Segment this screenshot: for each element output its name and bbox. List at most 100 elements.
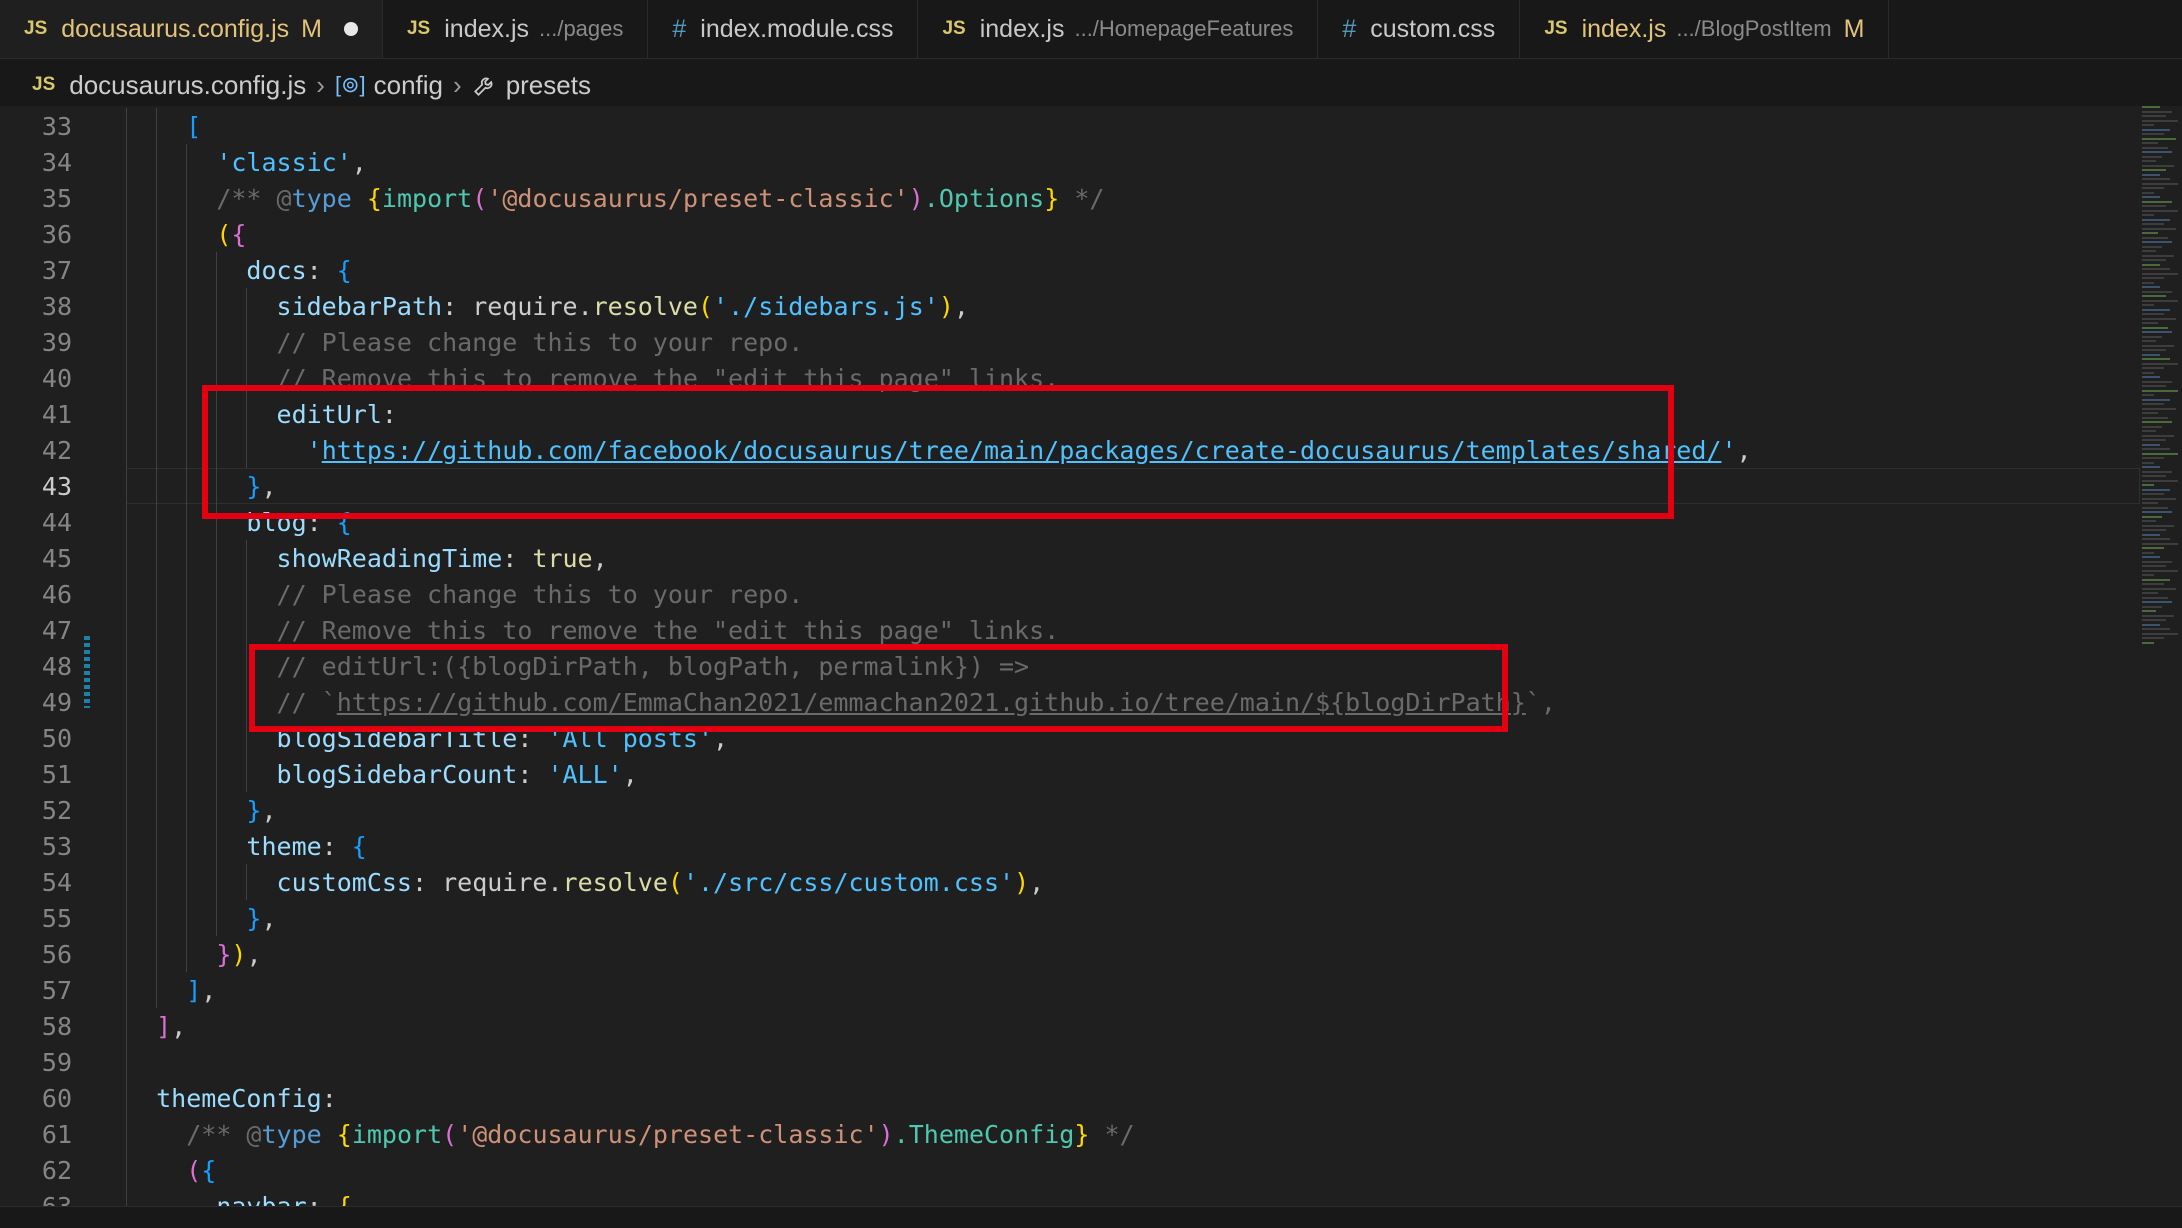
minimap-line	[2142, 313, 2164, 315]
code-content: // Remove this to remove the "edit this …	[126, 364, 1060, 393]
code-content: blog: {	[126, 508, 351, 537]
line-number: 60	[41, 1083, 72, 1113]
code-token: ,	[351, 147, 367, 177]
code-line[interactable]: 60 themeConfig:	[0, 1080, 2140, 1116]
code-line[interactable]: 54 customCss: require.resolve('./src/css…	[0, 864, 2140, 900]
code-line[interactable]: 42 'https://github.com/facebook/docusaur…	[0, 432, 2140, 468]
code-line[interactable]: 33 [	[0, 108, 2140, 144]
minimap-line	[2142, 209, 2178, 212]
code-content: editUrl:	[126, 400, 397, 429]
code-token: :	[442, 291, 473, 321]
code-link[interactable]: https://github.com/facebook/docusaurus/t…	[322, 436, 1722, 465]
code-token: ,	[592, 543, 608, 573]
minimap-line	[2142, 322, 2158, 324]
breadcrumb-symbol-config[interactable]: config	[374, 70, 443, 101]
variable-icon: [⊚]	[334, 72, 366, 97]
breadcrumb-symbol-presets[interactable]: presets	[506, 70, 591, 101]
code-content: },	[126, 472, 276, 501]
line-number: 63	[41, 1191, 72, 1207]
tab-2[interactable]: # index.module.css	[648, 0, 919, 58]
code-line[interactable]: 57 ],	[0, 972, 2140, 1008]
tab-5[interactable]: JS index.js .../BlogPostItem M	[1520, 0, 1890, 58]
code-line[interactable]: 53 theme: {	[0, 828, 2140, 864]
code-link: https://github.com/EmmaChan2021/emmachan…	[336, 687, 1526, 717]
code-content: docs: {	[126, 255, 351, 285]
code-token: .	[547, 867, 563, 897]
code-line[interactable]: 47 // Remove this to remove the "edit th…	[0, 612, 2140, 648]
tab-label: custom.css	[1370, 14, 1496, 43]
tab-3[interactable]: JS index.js .../HomepageFeatures	[918, 0, 1319, 58]
code-line[interactable]: 49 // `https://github.com/EmmaChan2021/e…	[0, 684, 2140, 720]
code-line[interactable]: 38 sidebarPath: require.resolve('./sideb…	[0, 288, 2140, 324]
code-token: :	[306, 255, 337, 285]
code-line[interactable]: 61 /** @type {import('@docusaurus/preset…	[0, 1116, 2140, 1152]
code-token: ,	[953, 291, 969, 321]
code-token: }	[246, 903, 262, 933]
code-line[interactable]: 45 showReadingTime: true,	[0, 540, 2140, 576]
code-line[interactable]: 59	[0, 1044, 2140, 1080]
editor-tab-bar: JS docusaurus.config.js M JS index.js .../pag…	[0, 0, 2182, 59]
code-line[interactable]: 41 editUrl:	[0, 396, 2140, 432]
line-number: 58	[41, 1011, 72, 1041]
minimap-line	[2142, 592, 2158, 594]
minimap-line	[2142, 178, 2170, 180]
minimap-line	[2142, 385, 2166, 387]
tab-label: docusaurus.config.js	[61, 14, 290, 43]
code-line[interactable]: 56 }),	[0, 936, 2140, 972]
code-line[interactable]: 43 },	[0, 468, 2140, 504]
code-content: // `https://github.com/EmmaChan2021/emma…	[126, 688, 1556, 717]
code-line[interactable]: 63 navbar: {	[0, 1188, 2140, 1207]
code-line[interactable]: 39 // Please change this to your repo.	[0, 324, 2140, 360]
line-number: 36	[41, 219, 72, 249]
code-line[interactable]: 46 // Please change this to your repo.	[0, 576, 2140, 612]
line-number: 53	[41, 831, 72, 861]
js-file-icon: JS	[406, 18, 431, 39]
modified-badge: M	[301, 14, 322, 43]
tab-label: index.module.css	[700, 14, 894, 43]
minimap-line	[2142, 340, 2156, 342]
code-token: ]	[186, 975, 202, 1005]
code-content: sidebarPath: require.resolve('./sidebars…	[126, 292, 969, 321]
line-number: 50	[41, 723, 72, 753]
minimap-line	[2142, 421, 2172, 423]
code-content: ],	[126, 976, 216, 1005]
code-line[interactable]: 62 ({	[0, 1152, 2140, 1188]
tab-0[interactable]: JS docusaurus.config.js M	[0, 0, 383, 58]
minimap-line	[2142, 187, 2164, 189]
minimap[interactable]	[2142, 106, 2182, 666]
tab-1[interactable]: JS index.js .../pages	[383, 0, 649, 58]
code-content: ({	[126, 1156, 216, 1185]
code-line[interactable]: 36 ({	[0, 216, 2140, 252]
code-editor[interactable]: 33 [34 'classic', 35 /** @type {import('@…	[0, 106, 2182, 1206]
tab-4[interactable]: # custom.css	[1318, 0, 1521, 58]
code-line[interactable]: 51 blogSidebarCount: 'ALL',	[0, 756, 2140, 792]
code-line[interactable]: 40 // Remove this to remove the "edit th…	[0, 360, 2140, 396]
breadcrumb-file[interactable]: docusaurus.config.js	[69, 70, 306, 101]
code-token: '	[1721, 435, 1737, 465]
minimap-line	[2142, 286, 2160, 288]
chevron-right-icon: ›	[316, 69, 325, 100]
code-line[interactable]: 37 docs: {	[0, 252, 2140, 288]
line-number: 61	[41, 1119, 72, 1149]
minimap-line	[2142, 389, 2178, 392]
minimap-line	[2142, 439, 2166, 441]
minimap-line	[2142, 250, 2156, 252]
code-token: ,	[1736, 435, 1752, 465]
code-line[interactable]: 52 },	[0, 792, 2140, 828]
unsaved-dot-icon[interactable]	[343, 22, 358, 36]
code-line[interactable]: 58 ],	[0, 1008, 2140, 1044]
minimap-line	[2142, 137, 2176, 140]
code-line[interactable]: 34 'classic',	[0, 144, 2140, 180]
code-line[interactable]: 55 },	[0, 900, 2140, 936]
minimap-line	[2142, 619, 2166, 621]
minimap-line	[2142, 146, 2168, 149]
code-line[interactable]: 44 blog: {	[0, 504, 2140, 540]
minimap-line	[2142, 488, 2170, 491]
code-line[interactable]: 35 /** @type {import('@docusaurus/preset…	[0, 180, 2140, 216]
code-line[interactable]: 48 // editUrl:({blogDirPath, blogPath, p…	[0, 648, 2140, 684]
code-line[interactable]: 50 blogSidebarTitle: 'All posts',	[0, 720, 2140, 756]
code-content: 'classic',	[126, 148, 367, 177]
